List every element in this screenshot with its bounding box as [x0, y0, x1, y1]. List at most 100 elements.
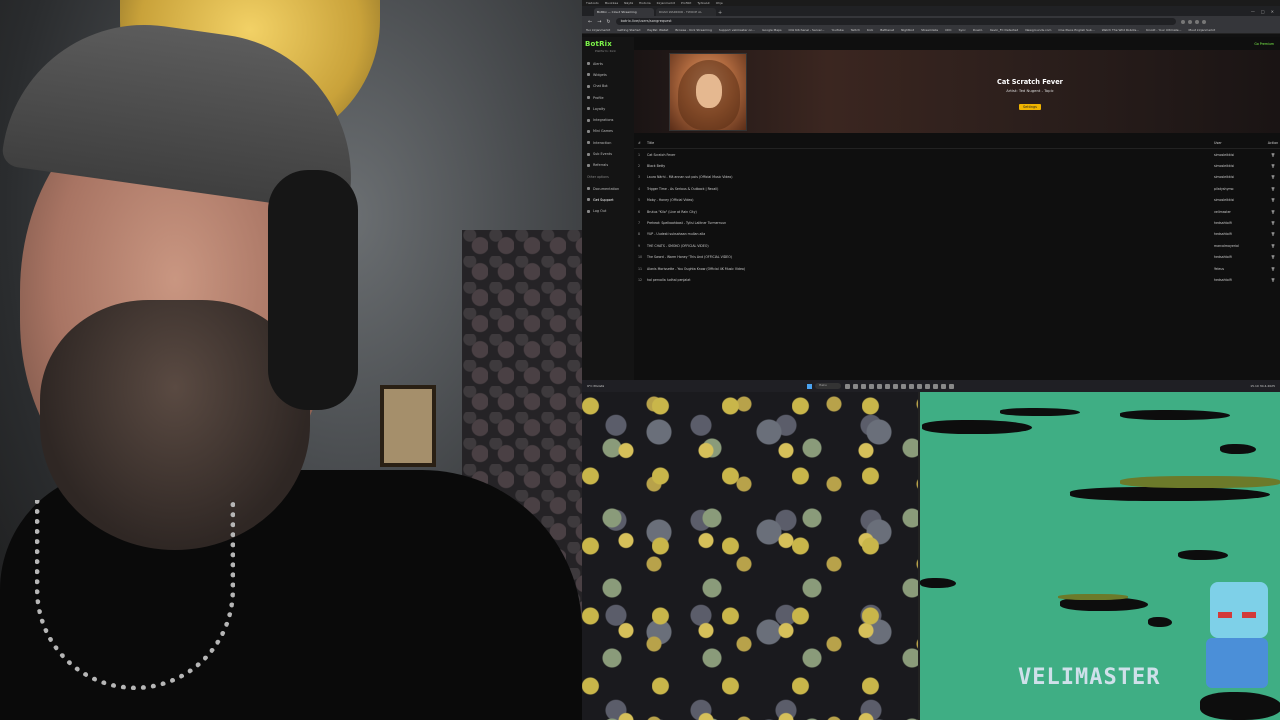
- delete-icon[interactable]: 🗑: [1266, 164, 1280, 168]
- table-row[interactable]: 8 YUP - Uudesti suksahaan mullan alla heds…: [634, 229, 1280, 240]
- table-row[interactable]: 4 Trigger Time - As Serious & Outback | R…: [634, 183, 1280, 194]
- close-icon[interactable]: ✕: [1271, 9, 1274, 14]
- table-row[interactable]: 6 Brutus "Kilo" (Live at Rain City) velima…: [634, 206, 1280, 217]
- extension-icon[interactable]: [1201, 19, 1206, 24]
- delete-icon[interactable]: 🗑: [1266, 187, 1280, 191]
- delete-icon[interactable]: 🗑: [1266, 232, 1280, 236]
- bookmark[interactable]: YouTube: [831, 28, 843, 32]
- sidebar-item-interaction[interactable]: Interaction: [585, 137, 631, 148]
- app-icon[interactable]: [853, 383, 858, 389]
- bookmark[interactable]: Oliz Kitchenel - Server...: [789, 28, 825, 32]
- bookmark[interactable]: Kick: [867, 28, 873, 32]
- bookmark[interactable]: Downl.: [973, 28, 983, 32]
- app-icon[interactable]: [909, 383, 914, 389]
- app-icon[interactable]: [893, 383, 898, 389]
- app-icon[interactable]: [885, 383, 890, 389]
- app-icon[interactable]: [901, 383, 906, 389]
- bookmark[interactable]: One Piece English Sub...: [1058, 28, 1094, 32]
- app-icon[interactable]: [877, 383, 882, 389]
- bookmark[interactable]: Sync: [959, 28, 966, 32]
- table-row[interactable]: 3 Laura Närhi - Mä annan sut pois (Offici…: [634, 172, 1280, 183]
- delete-icon[interactable]: 🗑: [1266, 198, 1280, 202]
- bookmark[interactable]: Kevin_FC Detected: [990, 28, 1018, 32]
- sidebar-item-sub-events[interactable]: Sub Events: [585, 148, 631, 159]
- app-icon[interactable]: [861, 383, 866, 389]
- maximize-icon[interactable]: □: [1261, 9, 1265, 14]
- sidebar-item-profile[interactable]: Profile: [585, 92, 631, 103]
- app-icon[interactable]: [869, 383, 874, 389]
- menu-item[interactable]: Kirjanmerkit: [657, 1, 675, 5]
- new-tab-icon[interactable]: +: [718, 10, 726, 16]
- delete-icon[interactable]: 🗑: [1266, 267, 1280, 271]
- browser-tab[interactable]: ROAD WARRIOR - TWOCE AL: [656, 8, 716, 16]
- app-icon[interactable]: [949, 383, 954, 389]
- sidebar-item-get-support[interactable]: Get Support: [585, 194, 631, 205]
- minimize-icon[interactable]: —: [1251, 9, 1255, 14]
- delete-icon[interactable]: 🗑: [1266, 278, 1280, 282]
- table-row[interactable]: 11 Alanis Morissette - You Oughta Know (O…: [634, 263, 1280, 274]
- app-icon[interactable]: [845, 383, 850, 389]
- bookmark[interactable]: CDC: [945, 28, 952, 32]
- forward-icon[interactable]: →: [597, 19, 601, 25]
- sidebar-item-log-out[interactable]: Log Out: [585, 206, 631, 217]
- table-row[interactable]: 9 THE CHATS - SMOKO (OFFICIAL VIDEO) marca…: [634, 240, 1280, 251]
- bookmark[interactable]: Tuo kirjanmerkit: [586, 28, 610, 32]
- weather-widget[interactable]: 9°C Pilvistä: [582, 384, 807, 388]
- taskbar-search[interactable]: Haku: [815, 383, 841, 389]
- bookmark[interactable]: Getting Started: [617, 28, 640, 32]
- app-icon[interactable]: [925, 383, 930, 389]
- browser-tab[interactable]: BotRix — Cloud Streaming: [594, 8, 654, 16]
- bookmark[interactable]: Browse - Kick Streaming: [675, 28, 712, 32]
- menu-item[interactable]: Profiilit: [681, 1, 691, 5]
- bookmark[interactable]: Muut kirjanmerkit: [1189, 28, 1216, 32]
- table-row[interactable]: 1 Cat Scratch Fever simosleikkisi 🗑: [634, 149, 1280, 160]
- brand-logo[interactable]: BotRix: [585, 40, 631, 48]
- menu-item[interactable]: Ohje: [716, 1, 723, 5]
- table-row[interactable]: 7 Preheat: Spelkaahbast - Tylisi Lalitner…: [634, 217, 1280, 228]
- sidebar-item-chat-bot[interactable]: Chat Bot: [585, 81, 631, 92]
- sidebar-item-integrations[interactable]: Integrations: [585, 114, 631, 125]
- bookmark[interactable]: Watch The Wild Robots...: [1102, 28, 1139, 32]
- app-icon[interactable]: [941, 383, 946, 389]
- sidebar-item-mini-games[interactable]: Mini Games: [585, 126, 631, 137]
- extension-icon[interactable]: [1180, 19, 1185, 24]
- bookmark[interactable]: Streamlabs: [921, 28, 938, 32]
- bookmark[interactable]: Kinolit - Your Ultimate...: [1146, 28, 1181, 32]
- bookmark[interactable]: Support velimaster on...: [719, 28, 755, 32]
- extension-icon[interactable]: [1187, 19, 1192, 24]
- start-icon[interactable]: [807, 383, 812, 389]
- bookmark[interactable]: Newgrounds.com: [1025, 28, 1051, 32]
- bookmark[interactable]: Twitch: [851, 28, 860, 32]
- extension-icon[interactable]: [1194, 19, 1199, 24]
- menu-item[interactable]: Muokkaa: [605, 1, 618, 5]
- delete-icon[interactable]: 🗑: [1266, 255, 1280, 259]
- go-premium-link[interactable]: Go Premium: [1254, 42, 1274, 46]
- menu-item[interactable]: Historia: [639, 1, 651, 5]
- bookmark[interactable]: PayPal: Wallet: [647, 28, 668, 32]
- sidebar-item-documentation[interactable]: Documentation: [585, 183, 631, 194]
- bookmark[interactable]: Google Maps: [762, 28, 781, 32]
- sidebar-item-loyalty[interactable]: Loyalty: [585, 103, 631, 114]
- menu-item[interactable]: Näytä: [624, 1, 633, 5]
- menu-item[interactable]: Tiedosto: [586, 1, 599, 5]
- back-icon[interactable]: ←: [588, 19, 592, 25]
- sidebar-item-widgets[interactable]: Widgets: [585, 69, 631, 80]
- delete-icon[interactable]: 🗑: [1266, 221, 1280, 225]
- table-row[interactable]: 5 Moby - Honey (Official Video) simosleikk…: [634, 195, 1280, 206]
- app-icon[interactable]: [917, 383, 922, 389]
- delete-icon[interactable]: 🗑: [1266, 210, 1280, 214]
- sidebar-item-alerts[interactable]: Alerts: [585, 58, 631, 69]
- url-field[interactable]: botrix.live/users/songrequest: [615, 18, 1176, 25]
- sidebar-item-referrals[interactable]: Referrals: [585, 160, 631, 171]
- settings-button[interactable]: Settings: [1019, 104, 1041, 110]
- menu-item[interactable]: Työkalut: [697, 1, 709, 5]
- app-icon[interactable]: [933, 383, 938, 389]
- bookmark[interactable]: Nightbot: [901, 28, 914, 32]
- table-row[interactable]: 12 hal pervolla ludhal penjalat hedsahtolf…: [634, 274, 1280, 285]
- table-row[interactable]: 2 Black Betty simosleikkisi 🗑: [634, 160, 1280, 171]
- reload-icon[interactable]: ↻: [606, 19, 610, 25]
- delete-icon[interactable]: 🗑: [1266, 153, 1280, 157]
- table-row[interactable]: 10 The Sword - Warm Honey 'This And (OFFI…: [634, 252, 1280, 263]
- delete-icon[interactable]: 🗑: [1266, 175, 1280, 179]
- delete-icon[interactable]: 🗑: [1266, 244, 1280, 248]
